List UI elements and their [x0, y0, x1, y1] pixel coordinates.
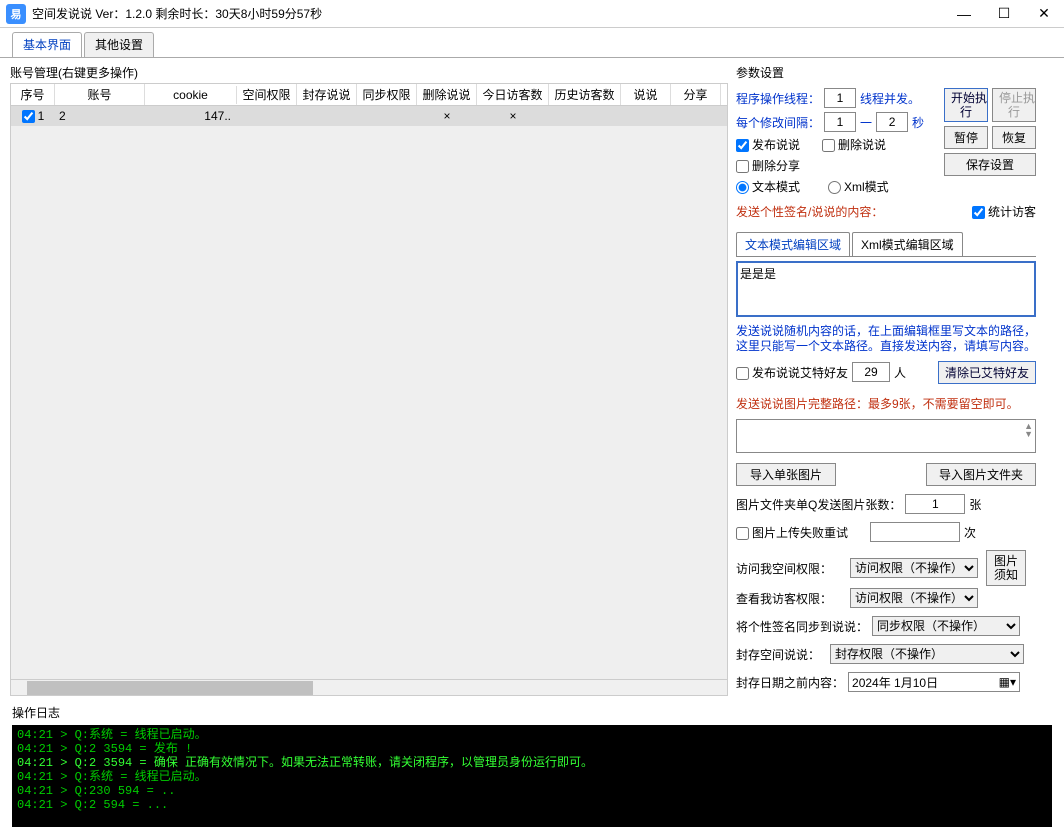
- tab-other[interactable]: 其他设置: [84, 32, 154, 57]
- visit-me-select[interactable]: 访问权限（不操作）: [850, 558, 978, 578]
- content-textarea[interactable]: 是是是: [736, 261, 1036, 317]
- close-button[interactable]: ✕: [1024, 0, 1064, 28]
- tab-xml-edit[interactable]: Xml模式编辑区域: [852, 232, 963, 256]
- send-label: 发送个性签名/说说的内容：: [736, 203, 883, 220]
- content-tabs: 文本模式编辑区域 Xml模式编辑区域: [736, 232, 1036, 257]
- sync-select[interactable]: 同步权限（不操作）: [872, 616, 1020, 636]
- radio-xml[interactable]: Xml模式: [828, 178, 889, 195]
- resume-button[interactable]: 恢复: [992, 126, 1036, 149]
- view-me-select[interactable]: 访问权限（不操作）: [850, 588, 978, 608]
- maximize-button[interactable]: ☐: [984, 0, 1024, 28]
- log-line: 04:21 > Q:2 3594 = 确保 正确有效情况下。如果无法正常转账，请…: [17, 756, 1047, 770]
- params-title: 参数设置: [736, 64, 1036, 81]
- seal-date-picker[interactable]: 2024年 1月10日 ▦▾: [848, 672, 1020, 692]
- interval-min[interactable]: [824, 112, 856, 132]
- log-line: 04:21 > Q:系统 = 线程已启动。: [17, 770, 1047, 784]
- cell-del: ×: [417, 109, 477, 123]
- th-cookie: cookie: [145, 86, 237, 104]
- cb-stat[interactable]: 统计访客: [972, 203, 1036, 220]
- folder-count-label: 图片文件夹单Q发送图片张数：: [736, 496, 901, 513]
- clear-at-button[interactable]: 清除已艾特好友: [938, 361, 1036, 384]
- table-row[interactable]: 1 2 147.. × ×: [11, 106, 727, 126]
- cb-retry[interactable]: 图片上传失败重试: [736, 524, 848, 541]
- interval-max[interactable]: [876, 112, 908, 132]
- at-count[interactable]: [852, 362, 890, 382]
- tab-text-edit[interactable]: 文本模式编辑区域: [736, 232, 850, 256]
- log-line: 04:21 > Q:系统 = 线程已启动。: [17, 728, 1047, 742]
- interval-label: 每个修改间隔：: [736, 114, 820, 131]
- th-today: 今日访客数: [477, 84, 549, 105]
- th-idx: 序号: [11, 84, 55, 105]
- log-line: 04:21 > Q:230 594 = ..: [17, 784, 1047, 798]
- calendar-icon: ▦▾: [999, 675, 1016, 689]
- img-note-button[interactable]: 图片 须知: [986, 550, 1026, 586]
- log-line: 04:21 > Q:2 594 = ...: [17, 798, 1047, 812]
- tab-basic[interactable]: 基本界面: [12, 32, 82, 57]
- import-single-button[interactable]: 导入单张图片: [736, 463, 836, 486]
- cb-publish[interactable]: 发布说说: [736, 136, 800, 153]
- view-me-label: 查看我访客权限：: [736, 590, 846, 607]
- seal-date-label: 封存日期之前内容：: [736, 674, 844, 691]
- cell-acct: 2: [55, 109, 145, 123]
- th-sync: 同步权限: [357, 84, 417, 105]
- cb-delshare[interactable]: 删除分享: [736, 157, 800, 174]
- log-line: 04:21 > Q:2 3594 = 发布 !: [17, 742, 1047, 756]
- log-console[interactable]: 04:21 > Q:系统 = 线程已启动。 04:21 > Q:2 3594 =…: [12, 725, 1052, 827]
- titlebar: 易 空间发说说 Ver：1.2.0 剩余时长：30天8小时59分57秒 — ☐ …: [0, 0, 1064, 28]
- cb-delete[interactable]: 删除说说: [822, 136, 886, 153]
- thread-label: 程序操作线程：: [736, 90, 820, 107]
- start-button[interactable]: 开始执 行: [944, 88, 988, 122]
- img-path-box[interactable]: ▲▼: [736, 419, 1036, 453]
- import-folder-button[interactable]: 导入图片文件夹: [926, 463, 1036, 486]
- window-title: 空间发说说 Ver：1.2.0 剩余时长：30天8小时59分57秒: [32, 5, 944, 22]
- th-share: 分享: [671, 84, 721, 105]
- th-seal: 封存说说: [297, 84, 357, 105]
- account-table[interactable]: 序号 账号 cookie 空间权限 封存说说 同步权限 删除说说 今日访客数 历…: [10, 83, 728, 696]
- save-button[interactable]: 保存设置: [944, 153, 1036, 176]
- table-header: 序号 账号 cookie 空间权限 封存说说 同步权限 删除说说 今日访客数 历…: [11, 84, 727, 106]
- cell-today: ×: [477, 109, 549, 123]
- img-note: 发送说说图片完整路径：最多9张，不需要留空即可。: [736, 395, 1036, 412]
- thread-mode: 线程并发。: [860, 90, 920, 107]
- main-tabs: 基本界面 其他设置: [0, 32, 1064, 58]
- account-header: 账号管理(右键更多操作): [10, 64, 728, 81]
- row-checkbox[interactable]: [22, 110, 35, 123]
- random-note: 发送说说随机内容的话，在上面编辑框里写文本的路径，这里只能写一个文本路径。直接发…: [736, 324, 1036, 354]
- pause-button[interactable]: 暂停: [944, 126, 988, 149]
- cell-cookie: 147..: [145, 109, 237, 123]
- seal-label: 封存空间说说：: [736, 646, 826, 663]
- cb-at[interactable]: 发布说说艾特好友: [736, 364, 848, 381]
- visit-me-label: 访问我空间权限：: [736, 560, 846, 577]
- th-shuo: 说说: [621, 84, 671, 105]
- th-perm: 空间权限: [237, 84, 297, 105]
- radio-text[interactable]: 文本模式: [736, 178, 800, 195]
- th-acct: 账号: [55, 84, 145, 105]
- stop-button[interactable]: 停止执 行: [992, 88, 1036, 122]
- minimize-button[interactable]: —: [944, 0, 984, 28]
- horizontal-scrollbar[interactable]: [11, 679, 727, 695]
- retry-input[interactable]: [870, 522, 960, 542]
- sync-label: 将个性签名同步到说说：: [736, 618, 868, 635]
- th-history: 历史访客数: [549, 84, 621, 105]
- log-label: 操作日志: [0, 702, 1064, 723]
- seal-select[interactable]: 封存权限（不操作）: [830, 644, 1024, 664]
- folder-count-input[interactable]: [905, 494, 965, 514]
- thread-input[interactable]: [824, 88, 856, 108]
- app-icon: 易: [6, 4, 26, 24]
- th-del: 删除说说: [417, 84, 477, 105]
